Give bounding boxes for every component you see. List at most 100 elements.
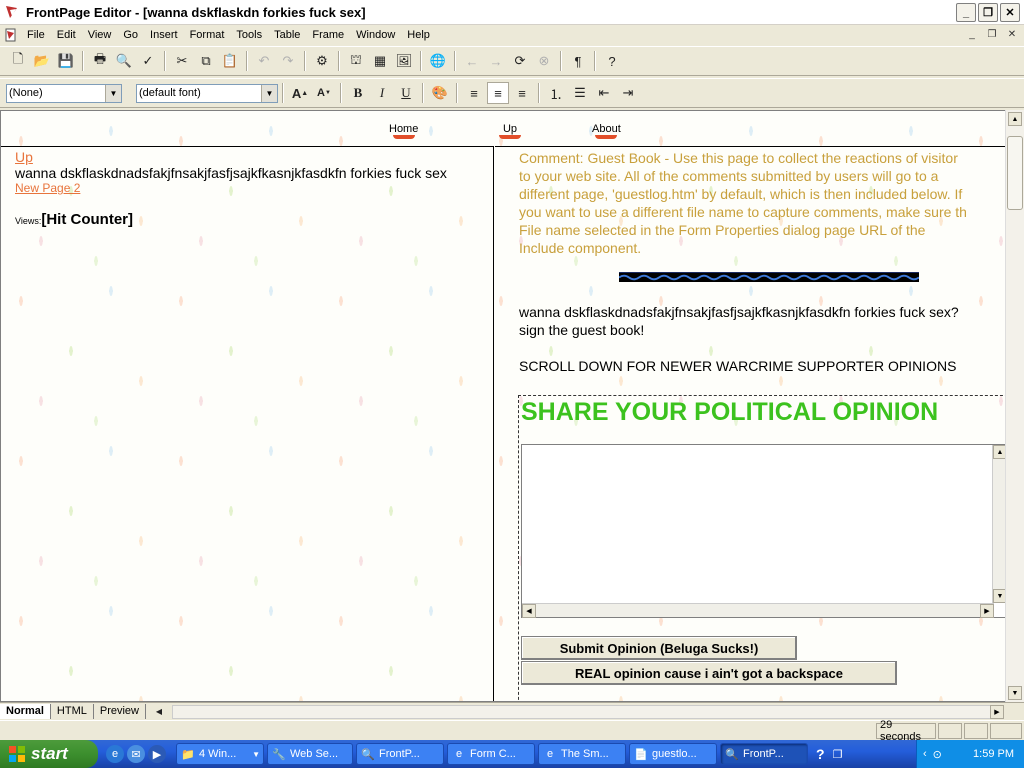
start-button[interactable]: start [0,740,98,768]
chevron-down-icon[interactable]: ▼ [261,84,277,102]
new-page-icon[interactable]: 🗋 [7,50,29,72]
taskbar-item-frontpage-2[interactable]: 🔍 FrontP... [720,743,808,765]
scrollbar-thumb[interactable] [1007,136,1023,210]
menu-format[interactable]: Format [184,29,231,41]
increase-font-icon[interactable]: A ▲ [289,82,311,104]
opinion-textarea[interactable]: ▲ ▼ ◀ ▶ [521,444,1005,618]
copy-icon[interactable]: ⧉ [195,50,217,72]
scroll-down-icon[interactable]: ▼ [1008,686,1022,700]
refresh-icon[interactable]: ⟳ [509,50,531,72]
tray-app-icon[interactable]: ⊙ [933,748,942,761]
close-button[interactable]: ✕ [1000,3,1020,22]
underline-icon[interactable]: U [395,82,417,104]
paste-icon[interactable]: 📋 [219,50,241,72]
menu-tools[interactable]: Tools [230,29,268,41]
left-frame[interactable]: Up wanna dskflaskdnadsfakjfnsakjfasfjsaj… [1,146,494,701]
tab-normal[interactable]: Normal [0,703,51,719]
insert-form-field-icon[interactable]: ⛫ [345,50,367,72]
scroll-right-icon[interactable]: ▶ [990,705,1004,719]
align-center-icon[interactable]: ≡ [487,82,509,104]
outlook-express-icon[interactable]: ✉ [127,745,145,763]
nav-about-link[interactable]: About [592,123,621,139]
taskbar-item-web-search[interactable]: 🔧 Web Se... [267,743,353,765]
forward-icon[interactable]: → [485,50,507,72]
real-opinion-button[interactable]: REAL opinion cause i ain't got a backspa… [521,661,897,685]
menu-go[interactable]: Go [117,29,144,41]
insert-image-icon[interactable]: 🖼 [393,50,415,72]
editor-canvas[interactable]: Home Up About Up wanna dskflaskdnadsfakj… [0,110,1024,702]
editor-vertical-scrollbar[interactable]: ▲ ▼ [1005,110,1024,702]
internet-explorer-icon[interactable]: e [106,745,124,763]
submit-opinion-button[interactable]: Submit Opinion (Beluga Sucks!) [521,636,797,660]
textarea-horizontal-scrollbar[interactable]: ◀ ▶ [522,603,994,618]
italic-icon[interactable]: I [371,82,393,104]
maximize-button[interactable]: ❐ [978,3,998,22]
menu-file[interactable]: File [21,29,51,41]
menu-frame[interactable]: Frame [306,29,350,41]
decrease-indent-icon[interactable]: ⇤ [593,82,615,104]
back-icon[interactable]: ← [461,50,483,72]
media-player-icon[interactable]: ▶ [148,745,166,763]
scroll-up-icon[interactable]: ▲ [1008,112,1022,126]
menu-window[interactable]: Window [350,29,401,41]
up-link[interactable]: Up [15,149,495,165]
font-select[interactable]: (default font) ▼ [136,83,278,103]
decrease-font-icon[interactable]: A ▼ [313,82,335,104]
menu-view[interactable]: View [82,29,118,41]
scroll-left-icon[interactable]: ◀ [152,704,166,718]
text-color-icon[interactable]: 🎨 [429,82,451,104]
print-icon[interactable]: 🖶 [89,50,111,72]
doc-restore-button[interactable]: ❐ [984,27,1000,41]
clock[interactable]: 1:59 PM [973,748,1014,760]
bold-icon[interactable]: B [347,82,369,104]
align-left-icon[interactable]: ≡ [463,82,485,104]
help-icon[interactable]: ? [601,50,623,72]
taskbar-item-form[interactable]: e Form C... [447,743,535,765]
doc-minimize-button[interactable]: _ [964,27,980,41]
scroll-left-icon[interactable]: ◀ [522,604,536,618]
cut-icon[interactable]: ✂ [171,50,193,72]
help-tray-icon[interactable]: ? [816,746,825,762]
taskbar-item-guestlog[interactable]: 📄 guestlo... [629,743,717,765]
increase-indent-icon[interactable]: ⇥ [617,82,639,104]
scroll-right-icon[interactable]: ▶ [980,604,994,618]
right-frame[interactable]: Comment: Guest Book - Use this page to c… [495,146,1005,701]
menu-insert[interactable]: Insert [144,29,184,41]
align-right-icon[interactable]: ≡ [511,82,533,104]
webbot-icon[interactable]: ⚙ [311,50,333,72]
style-select[interactable]: (None) ▼ [6,83,122,103]
tab-preview[interactable]: Preview [94,703,146,719]
hyperlink-icon[interactable]: 🌐 [427,50,449,72]
save-icon[interactable]: 💾 [55,50,77,72]
stop-icon[interactable]: ⊗ [533,50,555,72]
redo-icon[interactable]: ↷ [277,50,299,72]
doc-close-button[interactable]: ✕ [1004,27,1020,41]
taskbar-item-frontpage-1[interactable]: 🔍 FrontP... [356,743,444,765]
frontpage-app-icon[interactable] [4,4,20,20]
taskbar-item-windows[interactable]: 📁 4 Win... ▼ [176,743,264,765]
minimize-button[interactable]: _ [956,3,976,22]
tab-html[interactable]: HTML [51,703,94,719]
scroll-up-icon[interactable]: ▲ [993,445,1005,459]
new-page-2-link[interactable]: New Page 2 [15,181,495,195]
restore-tray-icon[interactable]: ❐ [833,748,843,761]
spelling-icon[interactable]: ✓ [137,50,159,72]
hit-counter[interactable]: [Hit Counter] [41,211,133,228]
numbered-list-icon[interactable]: ⒈ [545,82,567,104]
chevron-down-icon[interactable]: ▼ [105,84,121,102]
nav-up-link[interactable]: Up [499,123,521,139]
menu-edit[interactable]: Edit [51,29,82,41]
nav-home-link[interactable]: Home [389,123,418,139]
menu-table[interactable]: Table [268,29,306,41]
textarea-vertical-scrollbar[interactable]: ▲ ▼ [992,445,1005,603]
print-preview-icon[interactable]: 🔍 [113,50,135,72]
scroll-down-icon[interactable]: ▼ [993,589,1005,603]
insert-table-icon[interactable]: ▦ [369,50,391,72]
taskbar-item-the-sm[interactable]: e The Sm... [538,743,626,765]
editor-horizontal-scrollbar[interactable]: ▶ [172,705,1004,719]
menu-help[interactable]: Help [401,29,436,41]
bulleted-list-icon[interactable]: ☰ [569,82,591,104]
show-paragraph-icon[interactable]: ¶ [567,50,589,72]
tray-expand-icon[interactable]: ‹ [923,748,927,760]
document-icon[interactable] [3,27,19,43]
